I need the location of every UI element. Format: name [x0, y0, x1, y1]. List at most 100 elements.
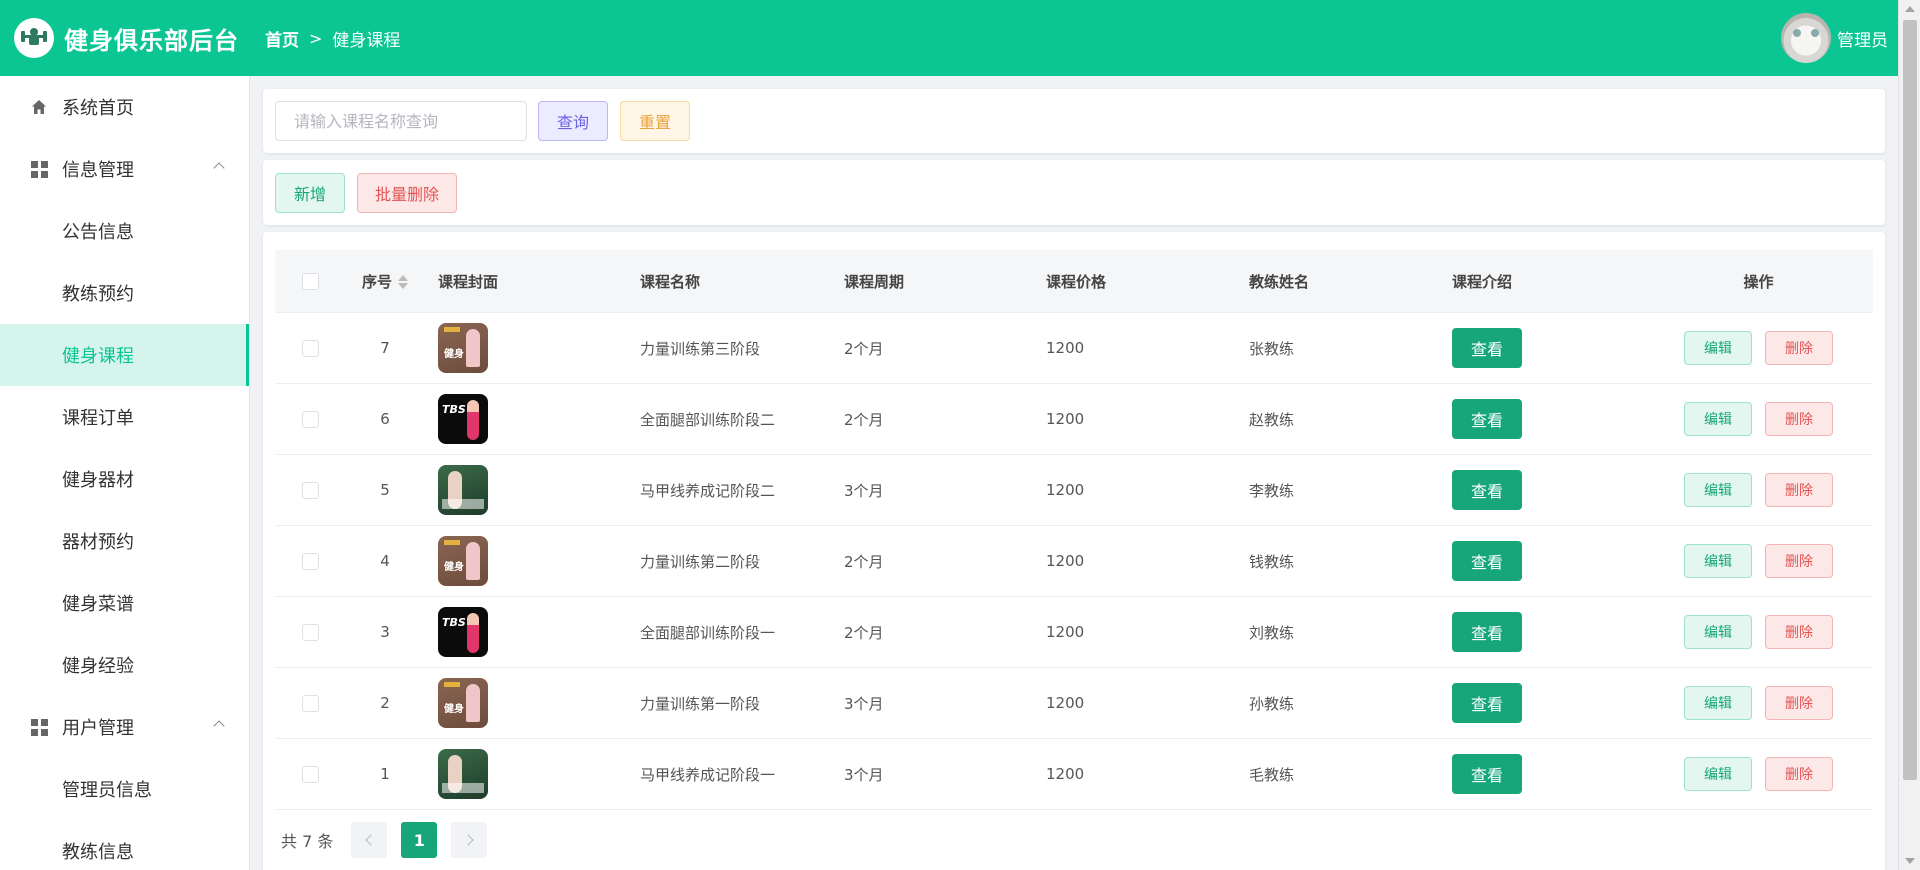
delete-button[interactable]: 删除: [1765, 757, 1833, 791]
coach-name: 钱教练: [1249, 552, 1295, 571]
breadcrumb-separator: >: [309, 28, 323, 48]
user-name[interactable]: 管理员: [1837, 26, 1888, 51]
course-name: 全面腿部训练阶段一: [640, 623, 776, 642]
page-number-current[interactable]: 1: [401, 822, 438, 858]
sidebar-item-2[interactable]: 公告信息: [0, 200, 249, 262]
course-cover-image[interactable]: [438, 749, 488, 799]
delete-button[interactable]: 删除: [1765, 331, 1833, 365]
view-intro-button[interactable]: 查看: [1452, 683, 1522, 723]
sidebar-item-label: 课程订单: [62, 408, 134, 429]
sidebar-item-6[interactable]: 健身器材: [0, 448, 249, 510]
next-page-button[interactable]: [451, 822, 488, 858]
row-checkbox[interactable]: [301, 623, 319, 641]
table-row: 2 健身 力量训练第一阶段 3个月 1200 孙教练 查看 编辑 删除: [275, 668, 1873, 739]
row-checkbox[interactable]: [301, 765, 319, 783]
sidebar-item-12[interactable]: 教练信息: [0, 820, 249, 870]
course-cover-image[interactable]: [438, 465, 488, 515]
table-row: 7 健身 力量训练第三阶段 2个月 1200 张教练 查看 编辑 删除: [275, 313, 1873, 384]
delete-button[interactable]: 删除: [1765, 473, 1833, 507]
course-period: 2个月: [844, 339, 884, 358]
delete-button[interactable]: 删除: [1765, 544, 1833, 578]
breadcrumb-home[interactable]: 首页: [265, 26, 299, 51]
query-button[interactable]: 查询: [538, 101, 608, 141]
row-checkbox[interactable]: [301, 339, 319, 357]
row-checkbox[interactable]: [301, 694, 319, 712]
edit-button[interactable]: 编辑: [1684, 544, 1752, 578]
table-panel: 序号 课程封面 课程名称 课程周期 课程价格 教练姓名 课程介绍 操作 7 健身力…: [263, 232, 1885, 870]
coach-name: 李教练: [1249, 481, 1295, 500]
course-table: 序号 课程封面 课程名称 课程周期 课程价格 教练姓名 课程介绍 操作 7 健身力…: [275, 250, 1873, 810]
scroll-down-arrow-icon[interactable]: [1905, 858, 1915, 864]
sidebar-item-9[interactable]: 健身经验: [0, 634, 249, 696]
sidebar-item-5[interactable]: 课程订单: [0, 386, 249, 448]
select-all-checkbox[interactable]: [301, 272, 319, 290]
edit-button[interactable]: 编辑: [1684, 615, 1752, 649]
course-name: 马甲线养成记阶段二: [640, 481, 776, 500]
course-name-search-input[interactable]: [275, 101, 527, 141]
sidebar-item-11[interactable]: 管理员信息: [0, 758, 249, 820]
sidebar-item-10[interactable]: 用户管理: [0, 696, 249, 758]
edit-button[interactable]: 编辑: [1684, 402, 1752, 436]
view-intro-button[interactable]: 查看: [1452, 541, 1522, 581]
course-price: 1200: [1046, 765, 1085, 783]
sidebar-item-4[interactable]: 健身课程: [0, 324, 249, 386]
row-index: 3: [380, 623, 390, 641]
sort-icon[interactable]: [398, 275, 408, 289]
course-cover-image[interactable]: 健身: [438, 323, 488, 373]
course-price: 1200: [1046, 552, 1085, 570]
course-cover-image[interactable]: 健身: [438, 678, 488, 728]
sidebar-item-1[interactable]: 信息管理: [0, 138, 249, 200]
course-name: 马甲线养成记阶段一: [640, 765, 776, 784]
chevron-up-icon[interactable]: [213, 162, 225, 174]
coach-name: 毛教练: [1249, 765, 1295, 784]
sidebar-item-8[interactable]: 健身菜谱: [0, 572, 249, 634]
edit-button[interactable]: 编辑: [1684, 473, 1752, 507]
pagination: 共 7 条 1: [281, 822, 488, 858]
user-menu[interactable]: 管理员: [1781, 13, 1888, 63]
delete-button[interactable]: 删除: [1765, 686, 1833, 720]
batch-delete-button[interactable]: 批量删除: [357, 173, 457, 213]
sidebar-item-label: 器材预约: [62, 532, 134, 553]
table-row: 3 全面腿部训练阶段一 2个月 1200 刘教练 查看 编辑删除: [275, 597, 1873, 668]
row-checkbox[interactable]: [301, 481, 319, 499]
add-button[interactable]: 新增: [275, 173, 345, 213]
scroll-up-arrow-icon[interactable]: [1905, 6, 1915, 12]
course-cover-image[interactable]: 健身: [438, 536, 488, 586]
vertical-scrollbar[interactable]: [1898, 0, 1920, 870]
sidebar-item-0[interactable]: 系统首页: [0, 76, 249, 138]
course-name: 全面腿部训练阶段二: [640, 410, 776, 429]
edit-button[interactable]: 编辑: [1684, 757, 1752, 791]
delete-button[interactable]: 删除: [1765, 615, 1833, 649]
column-header-cover: 课程封面: [438, 272, 499, 291]
sidebar-item-7[interactable]: 器材预约: [0, 510, 249, 572]
column-header-period: 课程周期: [844, 272, 905, 291]
sidebar-item-label: 系统首页: [62, 98, 134, 119]
view-intro-button[interactable]: 查看: [1452, 470, 1522, 510]
coach-name: 孙教练: [1249, 694, 1295, 713]
view-intro-button[interactable]: 查看: [1452, 399, 1522, 439]
scrollbar-thumb[interactable]: [1903, 20, 1917, 780]
course-period: 3个月: [844, 765, 884, 784]
row-checkbox[interactable]: [301, 410, 319, 428]
reset-button[interactable]: 重置: [620, 101, 690, 141]
row-index: 4: [380, 552, 390, 570]
view-intro-button[interactable]: 查看: [1452, 612, 1522, 652]
delete-button[interactable]: 删除: [1765, 402, 1833, 436]
avatar[interactable]: [1781, 13, 1831, 63]
course-name: 力量训练第二阶段: [640, 552, 761, 571]
view-intro-button[interactable]: 查看: [1452, 328, 1522, 368]
course-cover-image[interactable]: [438, 607, 488, 657]
row-checkbox[interactable]: [301, 552, 319, 570]
cover-label: 健身: [444, 349, 464, 360]
prev-page-button[interactable]: [351, 822, 388, 858]
coach-name: 张教练: [1249, 339, 1295, 358]
chevron-up-icon[interactable]: [213, 720, 225, 732]
view-intro-button[interactable]: 查看: [1452, 754, 1522, 794]
edit-button[interactable]: 编辑: [1684, 331, 1752, 365]
course-cover-image[interactable]: [438, 394, 488, 444]
edit-button[interactable]: 编辑: [1684, 686, 1752, 720]
row-index: 5: [380, 481, 390, 499]
sidebar-item-label: 健身菜谱: [62, 594, 134, 615]
sidebar-item-label: 公告信息: [62, 222, 134, 243]
sidebar-item-3[interactable]: 教练预约: [0, 262, 249, 324]
